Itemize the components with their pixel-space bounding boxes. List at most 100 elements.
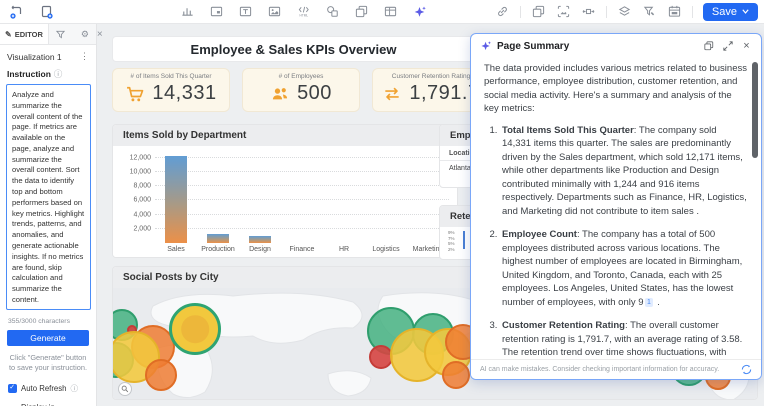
bar-production[interactable] [207,234,229,243]
ai-sparkle-icon [480,40,492,52]
exchange-icon [382,84,402,104]
funnel-icon [54,30,68,39]
map-bubble-inner [181,315,209,343]
kpi-value: 500 [297,82,332,105]
y-axis-tick: 6,000 [133,197,151,204]
summary-item: Total Items Sold This Quarter: The compa… [500,124,747,218]
snapshot-icon[interactable] [556,4,571,19]
info-icon: ⓘ [71,383,79,394]
items-sold-panel-title: Items Sold by Department [113,125,457,146]
save-button[interactable]: Save [703,3,758,21]
popup-scrollbar-thumb[interactable] [752,62,758,158]
popup-footer: AI can make mistakes. Consider checking … [471,359,761,379]
x-axis-label: Design [239,246,281,253]
kpi-label: # of Employees [249,73,353,80]
new-dashboard-icon[interactable] [8,4,23,19]
retention-mini-chart [463,231,465,249]
duplicate-icon[interactable] [354,4,369,19]
kpi-label: # of Items Sold This Quarter [119,73,223,80]
bar-design[interactable] [249,236,271,243]
bar-slot: Sales [155,154,197,243]
card-icon[interactable] [209,4,224,19]
y-axis-tick: 10,000 [130,168,151,175]
kpi-label: Customer Retention Rating [379,73,483,80]
summary-item: Customer Retention Rating: The overall c… [500,319,747,359]
filter-icon[interactable] [642,4,657,19]
kpi-card-items-sold[interactable]: # of Items Sold This Quarter 14,331 [112,68,230,112]
bar-chart: 2,0004,0006,0008,00010,00012,000SalesPro… [113,146,457,258]
map-bubble[interactable] [442,361,470,389]
popup-expand-icon[interactable] [722,41,733,52]
resize-icon[interactable] [581,4,596,19]
toolbar-separator [606,6,607,18]
toolbar-left-group [8,4,54,19]
svg-text:HTML: HTML [299,13,308,17]
schedule-icon[interactable] [667,4,682,19]
retention-axis-labels: 9% 7% 5% 2% [448,230,455,253]
bar-plot: 2,0004,0006,0008,00010,00012,000SalesPro… [155,154,449,243]
editor-sidebar: ✎ EDITOR ⚙ × Visualization 1 ⋮ Instructi… [0,24,97,406]
save-button-label: Save [712,6,737,18]
dashboard-title: Employee & Sales KPIs Overview [112,36,475,62]
html-icon[interactable]: HTML [296,4,311,19]
table-icon[interactable] [383,4,398,19]
x-axis-label: Production [197,246,239,253]
char-count: 355/3000 characters [8,318,96,325]
app-window: HTML [0,0,764,406]
image-icon[interactable] [267,4,282,19]
x-axis-label: Finance [281,246,323,253]
layers-icon[interactable] [617,4,632,19]
auto-refresh-checkbox[interactable] [8,384,17,393]
x-axis-label: Logistics [365,246,407,253]
new-page-icon[interactable] [39,4,54,19]
auto-refresh-label: Auto Refresh [21,384,67,393]
gear-icon: ⚙ [78,29,92,40]
cart-icon [125,84,145,104]
copy-icon[interactable] [531,4,546,19]
map-bubble[interactable] [169,303,221,355]
popup-header[interactable]: Page Summary × [471,34,761,58]
y-axis-tick: 2,000 [133,225,151,232]
bar-slot: Production [197,154,239,243]
map-bubble[interactable] [145,359,177,391]
x-axis-label: HR [323,246,365,253]
generate-button[interactable]: Generate [7,330,89,346]
bar-slot: Logistics [365,154,407,243]
shape-icon[interactable] [325,4,340,19]
instruction-input[interactable]: Analyze and summarize the overall conten… [6,84,91,310]
bar-slot: Finance [281,154,323,243]
page-summary-popup: Page Summary × The data provided include… [470,33,762,380]
citation-badge[interactable]: 1 [645,298,654,307]
link-icon[interactable] [495,4,510,19]
popup-copy-icon[interactable] [703,41,714,52]
summary-item: Employee Count: The company has a total … [500,228,747,309]
toolbar-insert-group: HTML [180,4,427,19]
popup-body: The data provided includes various metri… [471,60,761,359]
tab-editor[interactable]: ✎ EDITOR [0,24,49,44]
popup-close-icon[interactable]: × [741,41,752,52]
instruction-label: Instruction [7,69,51,79]
y-axis-tick: 12,000 [130,154,151,161]
visualization-row: Visualization 1 ⋮ [0,45,96,65]
chevron-down-icon [742,9,749,14]
ai-disclaimer: AI can make mistakes. Consider checking … [480,366,719,373]
ai-assistant-icon[interactable] [412,4,427,19]
sidebar-close-icon[interactable]: × [97,24,103,44]
summary-list: Total Items Sold This Quarter: The compa… [500,124,747,359]
y-axis-tick: 4,000 [133,211,151,218]
map-zoom-button[interactable] [118,382,132,396]
regenerate-icon[interactable] [741,364,752,375]
chart-icon[interactable] [180,4,195,19]
sidebar-tabs: ✎ EDITOR ⚙ × [0,24,96,45]
toolbar-separator [520,6,521,18]
bar-sales[interactable] [165,156,187,243]
visualization-label: Visualization 1 [7,52,62,62]
kebab-menu-icon[interactable]: ⋮ [80,51,89,62]
tab-filter[interactable] [49,24,73,44]
items-sold-panel[interactable]: Items Sold by Department 2,0004,0006,000… [112,124,458,258]
tab-settings[interactable]: ⚙ [73,24,97,44]
kpi-card-employees[interactable]: # of Employees 500 [242,68,360,112]
summary-intro: The data provided includes various metri… [484,62,747,116]
text-icon[interactable] [238,4,253,19]
bar-slot: Design [239,154,281,243]
